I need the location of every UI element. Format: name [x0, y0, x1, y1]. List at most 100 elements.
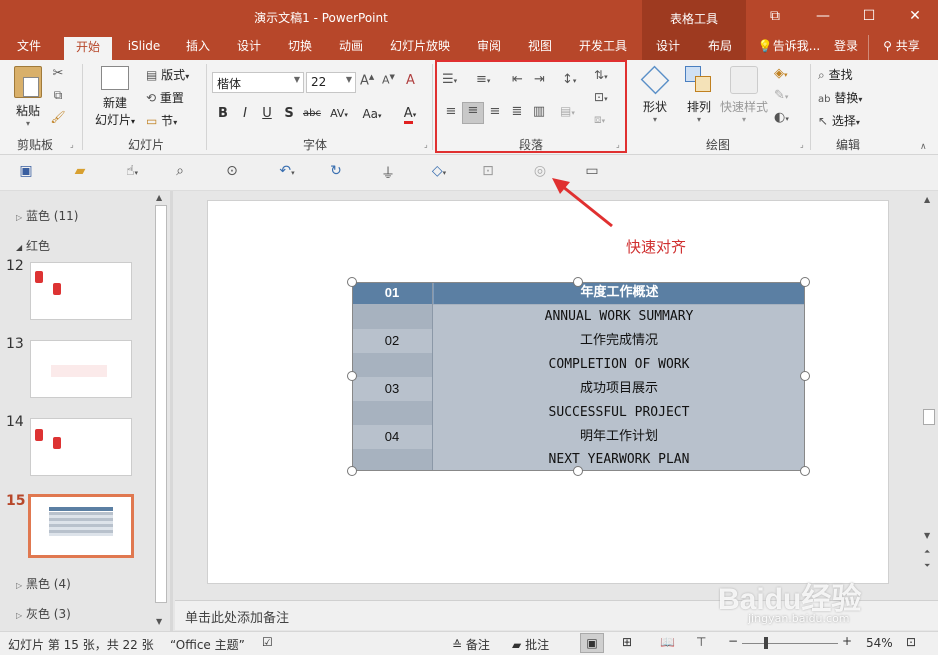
numbering-icon[interactable]: ≡▾: [476, 72, 490, 87]
section-button[interactable]: ▭ 节▾: [146, 112, 177, 129]
strikethrough-button[interactable]: abc: [300, 104, 324, 124]
redo-icon[interactable]: ↻: [326, 163, 346, 183]
section-red[interactable]: ◢ 红色: [16, 237, 50, 254]
tab-table-design[interactable]: 设计: [642, 35, 694, 60]
section-black[interactable]: ▷ 黑色 (4): [16, 575, 71, 592]
scroll-up-icon[interactable]: ▲: [924, 195, 930, 204]
tell-me-search[interactable]: 💡告诉我...: [754, 35, 824, 60]
justify-icon[interactable]: ≣: [508, 104, 526, 119]
tab-design[interactable]: 设计: [226, 35, 272, 60]
quick-styles-button[interactable]: 快速样式 ▾: [720, 66, 768, 124]
shapes-button[interactable]: 形状 ▾: [636, 65, 674, 124]
paste-button[interactable]: 粘贴 ▾: [10, 66, 46, 128]
slide-thumbnail-13[interactable]: [30, 340, 132, 398]
tab-home[interactable]: 开始: [64, 37, 112, 60]
slide-scrollbar[interactable]: ▲ ▼ ⏶ ⏷: [920, 191, 938, 577]
shape-tool-icon[interactable]: ◇▾: [424, 163, 454, 183]
tab-insert[interactable]: 插入: [175, 35, 221, 60]
font-color-button[interactable]: A▾: [396, 104, 424, 124]
maximize-button[interactable]: ☐: [846, 0, 892, 35]
section-gray[interactable]: ▷ 灰色 (3): [16, 605, 71, 622]
resize-handle[interactable]: [800, 277, 810, 287]
notes-toggle[interactable]: ≙ 备注: [452, 636, 490, 653]
tab-developer[interactable]: 开发工具: [573, 35, 633, 60]
line-spacing-icon[interactable]: ↕▾: [562, 72, 576, 87]
dialog-launcher-icon[interactable]: ⌟: [424, 140, 428, 149]
print-preview-icon[interactable]: ⌕: [170, 163, 190, 183]
login-link[interactable]: 登录: [828, 35, 864, 60]
decrease-font-icon[interactable]: A▼: [382, 73, 395, 87]
italic-button[interactable]: I: [235, 104, 255, 124]
resize-handle[interactable]: [347, 277, 357, 287]
touch-mode-icon[interactable]: ☝▾: [118, 163, 146, 183]
resize-handle[interactable]: [573, 277, 583, 287]
distributed-icon[interactable]: ▥: [530, 104, 548, 119]
save-icon[interactable]: ▣: [16, 163, 36, 183]
slide-thumbnail-14[interactable]: [30, 418, 132, 476]
pane-splitter[interactable]: [170, 191, 173, 631]
resize-handle[interactable]: [347, 466, 357, 476]
collapse-ribbon-icon[interactable]: ∧: [920, 142, 927, 152]
tab-table-layout[interactable]: 布局: [694, 35, 746, 60]
tab-islide[interactable]: iSlide: [120, 35, 168, 60]
text-direction-icon[interactable]: ⇅▾: [594, 68, 608, 82]
scroll-thumb[interactable]: [155, 205, 167, 603]
ribbon-display-options-icon[interactable]: ⧉: [752, 0, 798, 35]
resize-handle[interactable]: [800, 466, 810, 476]
zoom-slider[interactable]: [742, 643, 838, 644]
tab-file[interactable]: 文件: [6, 35, 52, 60]
reading-view-icon[interactable]: 📖: [660, 635, 675, 649]
thumbnail-scrollbar[interactable]: ▲ ▼: [153, 191, 169, 631]
previous-slide-icon[interactable]: ⏶: [924, 547, 930, 557]
font-name-combo[interactable]: 楷体 ▼: [212, 72, 304, 93]
presenter-icon[interactable]: ⊙: [222, 163, 242, 183]
columns-icon[interactable]: ▤▾: [560, 104, 575, 118]
bold-button[interactable]: B: [213, 104, 233, 124]
resize-handle[interactable]: [800, 371, 810, 381]
resize-handle[interactable]: [347, 371, 357, 381]
slide-thumbnail-15-selected[interactable]: [28, 494, 134, 558]
zoom-slider-thumb[interactable]: [764, 637, 768, 649]
align-text-icon[interactable]: ⊡▾: [594, 90, 608, 104]
increase-indent-icon[interactable]: ⇥: [534, 72, 545, 87]
arrange-button[interactable]: 排列 ▾: [680, 66, 718, 124]
select-button[interactable]: ↖ 选择▾: [818, 112, 860, 129]
scroll-down-icon[interactable]: ▼: [924, 531, 930, 540]
normal-view-icon[interactable]: ▣: [580, 633, 604, 653]
scroll-down-icon[interactable]: ▼: [156, 617, 162, 626]
zoom-in-icon[interactable]: +: [842, 634, 852, 648]
replace-button[interactable]: ab 替换▾: [818, 89, 862, 106]
shape-fill-icon[interactable]: ◈▾: [774, 66, 788, 81]
undo-icon[interactable]: ↶▾: [272, 163, 302, 183]
smartart-icon[interactable]: ⧈▾: [594, 112, 605, 127]
change-case-button[interactable]: Aa▾: [358, 104, 386, 124]
accessibility-icon[interactable]: ☑: [262, 635, 273, 649]
close-button[interactable]: ✕: [892, 0, 938, 35]
format-painter-icon[interactable]: 🖌: [50, 110, 66, 124]
increase-font-icon[interactable]: A▲: [360, 73, 374, 88]
quick-align-icon[interactable]: ◎: [530, 163, 550, 183]
align-right-icon[interactable]: ≡: [486, 104, 504, 119]
decrease-indent-icon[interactable]: ⇤: [512, 72, 523, 87]
open-folder-icon[interactable]: ▰: [70, 163, 90, 183]
underline-button[interactable]: U: [257, 104, 277, 124]
copy-icon[interactable]: ⧉: [50, 88, 66, 103]
tab-view[interactable]: 视图: [517, 35, 563, 60]
dialog-launcher-icon[interactable]: ⌟: [70, 140, 74, 149]
reset-button[interactable]: ⟲ 重置: [146, 89, 184, 106]
tab-transitions[interactable]: 切换: [277, 35, 323, 60]
crop-icon[interactable]: ⊡: [478, 163, 498, 183]
shadow-button[interactable]: S: [279, 104, 299, 124]
tab-review[interactable]: 审阅: [466, 35, 512, 60]
cut-icon[interactable]: ✂: [50, 66, 66, 81]
fit-to-window-icon[interactable]: ⊡: [906, 635, 916, 649]
next-slide-icon[interactable]: ⏷: [924, 561, 930, 571]
tab-slideshow[interactable]: 幻灯片放映: [384, 35, 456, 60]
slide-sorter-icon[interactable]: ⊞: [622, 635, 632, 649]
align-center-vertical-icon[interactable]: ⏚: [378, 163, 398, 183]
align-left-icon[interactable]: ≡: [442, 104, 460, 119]
align-center-icon[interactable]: ≡: [462, 102, 484, 124]
find-button[interactable]: ⌕ 查找: [818, 66, 853, 83]
section-blue[interactable]: ▷ 蓝色 (11): [16, 207, 78, 224]
new-slide-button[interactable]: 新建 幻灯片▾: [90, 66, 140, 128]
